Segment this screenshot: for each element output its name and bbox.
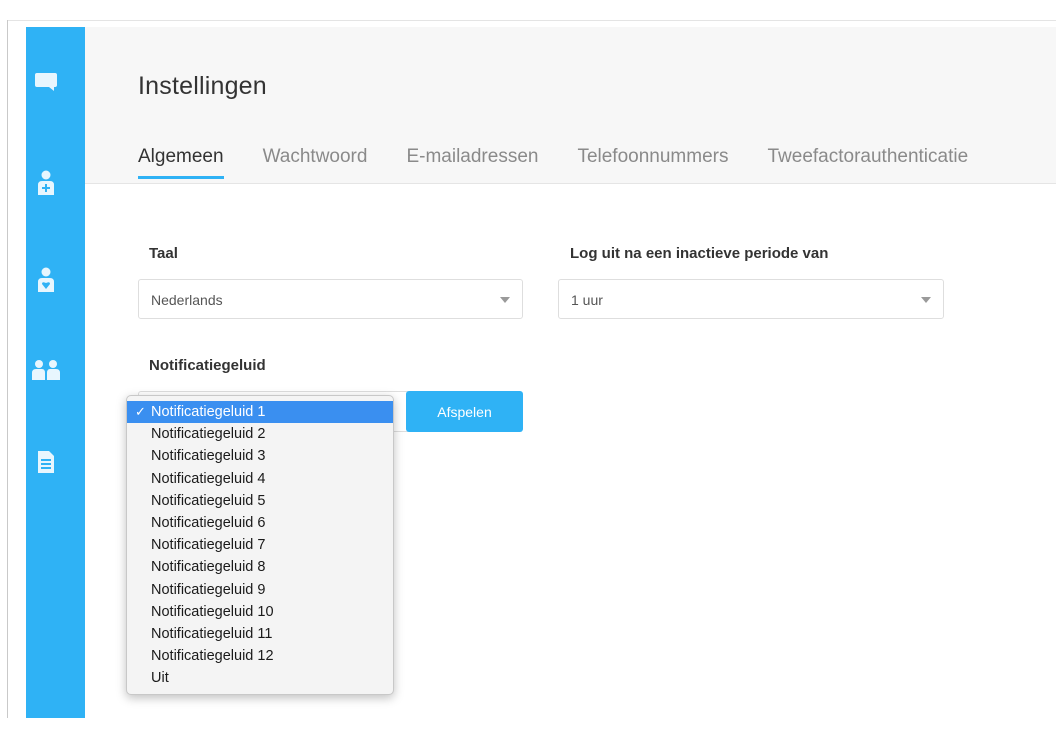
- tab-wachtwoord[interactable]: Wachtwoord: [263, 146, 368, 179]
- dropdown-option[interactable]: Notificatiegeluid 6: [127, 512, 393, 534]
- language-select-value: Nederlands: [151, 292, 223, 308]
- logout-label: Log uit na een inactieve periode van: [570, 245, 829, 262]
- user-add-icon[interactable]: [26, 168, 66, 198]
- chat-icon[interactable]: [26, 67, 66, 97]
- dropdown-option[interactable]: Notificatiegeluid 11: [127, 623, 393, 645]
- page-title: Instellingen: [138, 72, 267, 100]
- checkmark-icon: ✓: [135, 404, 146, 419]
- notification-dropdown-menu: ✓ Notificatiegeluid 1 Notificatiegeluid 2…: [126, 395, 394, 695]
- logout-select[interactable]: 1 uur: [558, 279, 944, 319]
- dropdown-option[interactable]: Notificatiegeluid 9: [127, 579, 393, 601]
- chevron-down-icon: [921, 297, 931, 303]
- dropdown-option[interactable]: Notificatiegeluid 7: [127, 534, 393, 556]
- dropdown-option[interactable]: Notificatiegeluid 5: [127, 490, 393, 512]
- window-top-border: [7, 20, 1056, 21]
- sidebar: [26, 27, 85, 718]
- play-button[interactable]: Afspelen: [406, 391, 523, 432]
- tab-bar: Algemeen Wachtwoord E-mailadressen Telef…: [138, 146, 1007, 179]
- language-label: Taal: [149, 245, 178, 262]
- dropdown-option[interactable]: Notificatiegeluid 2: [127, 423, 393, 445]
- dropdown-option[interactable]: Notificatiegeluid 10: [127, 601, 393, 623]
- document-icon[interactable]: [26, 447, 66, 477]
- tab-telefoonnummers[interactable]: Telefoonnummers: [577, 146, 728, 179]
- logout-select-value: 1 uur: [571, 292, 603, 308]
- dropdown-option[interactable]: ✓ Notificatiegeluid 1: [127, 401, 393, 424]
- dropdown-option[interactable]: Uit: [127, 667, 393, 689]
- dropdown-option[interactable]: Notificatiegeluid 12: [127, 645, 393, 667]
- tab-algemeen[interactable]: Algemeen: [138, 146, 224, 179]
- tab-tweefactorauthenticatie[interactable]: Tweefactorauthenticatie: [767, 146, 968, 179]
- dropdown-option[interactable]: Notificatiegeluid 3: [127, 445, 393, 467]
- chevron-down-icon: [500, 297, 510, 303]
- window-left-border: [7, 20, 8, 718]
- user-badge-icon[interactable]: [26, 265, 66, 295]
- language-select[interactable]: Nederlands: [138, 279, 523, 319]
- users-icon[interactable]: [26, 355, 66, 385]
- notification-label: Notificatiegeluid: [149, 357, 266, 374]
- tab-e-mailadressen[interactable]: E-mailadressen: [406, 146, 538, 179]
- dropdown-option[interactable]: Notificatiegeluid 8: [127, 556, 393, 578]
- dropdown-option[interactable]: Notificatiegeluid 4: [127, 468, 393, 490]
